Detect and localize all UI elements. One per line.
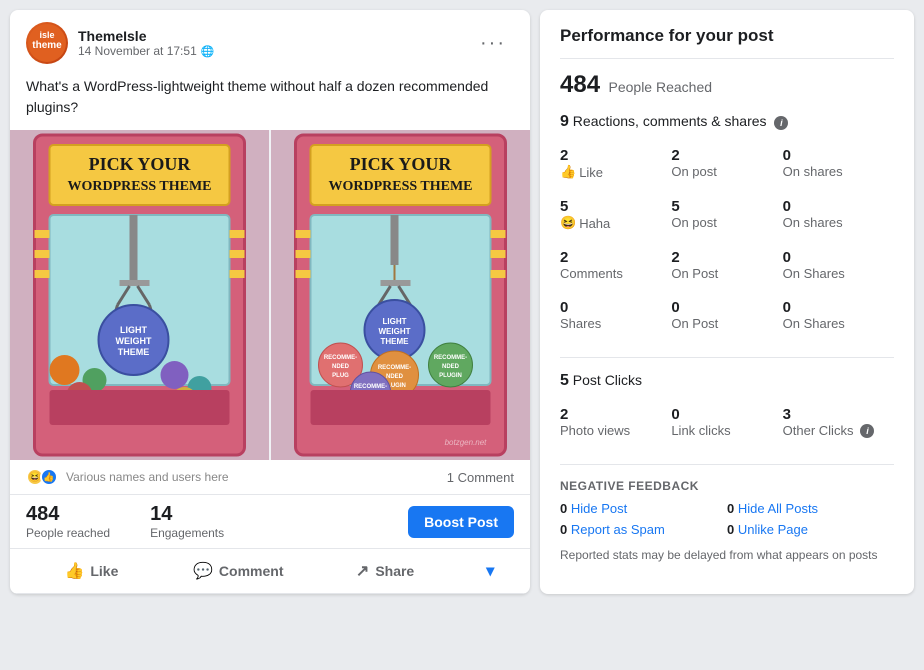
report-spam-item: 0 Report as Spam — [560, 522, 727, 537]
reactions-info-icon[interactable]: i — [774, 116, 788, 130]
post-reach-bar: 484 People reached 14 Engagements Boost … — [10, 495, 530, 549]
negative-grid: 0 Hide Post 0 Hide All Posts 0 Report as… — [560, 501, 894, 537]
haha-emoji: 😆 — [560, 215, 576, 231]
people-reached-stat: 484 People reached — [26, 503, 110, 540]
link-clicks-cell: 0 Link clicks — [671, 400, 782, 444]
svg-text:PLUGIN: PLUGIN — [439, 373, 462, 379]
like-emoji: 👍 — [560, 164, 576, 180]
post-meta: ThemeIsle 14 November at 17:51 🌐 — [78, 28, 214, 58]
svg-text:isle: isle — [39, 30, 54, 40]
boost-post-button[interactable]: Boost Post — [408, 506, 514, 538]
share-icon: ↗ — [356, 561, 369, 581]
comment-count-link[interactable]: 1 Comment — [447, 470, 514, 485]
like-icon: 👍 — [64, 561, 84, 581]
shares-total-cell: 0 Shares — [560, 293, 671, 337]
share-button[interactable]: ↗ Share — [312, 553, 459, 589]
reaction-summary: 😆 👍 Various names and users here — [26, 468, 229, 486]
svg-text:WEIGHT: WEIGHT — [116, 336, 152, 346]
svg-text:PICK YOUR: PICK YOUR — [350, 154, 453, 174]
haha-stats-row: 5 😆 Haha 5 On post 0 On shares — [560, 192, 894, 237]
unlike-page-link[interactable]: Unlike Page — [738, 522, 808, 537]
svg-text:WEIGHT: WEIGHT — [379, 327, 411, 336]
post-time: 14 November at 17:51 🌐 — [78, 44, 214, 58]
svg-text:RECOMME-: RECOMME- — [354, 384, 387, 390]
like-button[interactable]: 👍 Like — [18, 553, 165, 589]
like-on-post-cell: 2 On post — [671, 141, 782, 186]
comments-on-shares-cell: 0 On Shares — [783, 243, 894, 287]
dropdown-icon: ▾ — [486, 561, 494, 581]
post-author[interactable]: ThemeIsle — [78, 28, 214, 44]
hide-post-link[interactable]: Hide Post — [571, 501, 627, 516]
negative-feedback-section: NEGATIVE FEEDBACK 0 Hide Post 0 Hide All… — [560, 479, 894, 537]
hide-post-item: 0 Hide Post — [560, 501, 727, 516]
shares-on-shares-cell: 0 On Shares — [783, 293, 894, 337]
svg-text:RECOMME-: RECOMME- — [324, 355, 357, 361]
report-spam-link[interactable]: Report as Spam — [571, 522, 665, 537]
like-reaction-icon: 👍 — [40, 468, 58, 486]
svg-text:RECOMME-: RECOMME- — [378, 365, 411, 371]
performance-title: Performance for your post — [560, 26, 894, 59]
perf-people-reached: 484 People Reached — [560, 71, 894, 99]
post-clicks-section: 5 Post Clicks 2 Photo views 0 Link click… — [560, 372, 894, 465]
shares-on-post-cell: 0 On Post — [671, 293, 782, 337]
haha-on-shares-cell: 0 On shares — [783, 192, 894, 237]
comment-button[interactable]: 💬 Comment — [165, 553, 312, 589]
avatar[interactable]: theme isle — [26, 22, 68, 64]
post-actions: 👍 Like 💬 Comment ↗ Share ▾ — [10, 549, 530, 594]
svg-text:PICK YOUR: PICK YOUR — [89, 154, 192, 174]
like-total-cell: 2 👍 Like — [560, 141, 671, 186]
svg-text:botzgen.net: botzgen.net — [445, 438, 488, 447]
comment-icon: 💬 — [193, 561, 213, 581]
comments-stats-row: 2 Comments 2 On Post 0 On Shares — [560, 243, 894, 287]
svg-text:LIGHT: LIGHT — [120, 325, 147, 335]
reaction-names: Various names and users here — [66, 470, 229, 484]
globe-icon: 🌐 — [201, 45, 215, 58]
svg-text:PLUG: PLUG — [332, 373, 349, 379]
post-stats-bar: 😆 👍 Various names and users here 1 Comme… — [10, 460, 530, 495]
post-clicks-stats: 2 Photo views 0 Link clicks 3 Other Clic… — [560, 400, 894, 444]
like-stats-row: 2 👍 Like 2 On post 0 On shares — [560, 141, 894, 186]
haha-on-post-cell: 5 On post — [671, 192, 782, 237]
reactions-section: 9 Reactions, comments & shares i 2 👍 Lik… — [560, 113, 894, 358]
more-actions-button[interactable]: ▾ — [458, 553, 522, 589]
svg-text:WORDPRESS THEME: WORDPRESS THEME — [67, 179, 211, 194]
other-clicks-cell: 3 Other Clicks i — [783, 400, 894, 444]
svg-text:THEME: THEME — [118, 347, 150, 357]
hide-all-posts-item: 0 Hide All Posts — [727, 501, 894, 516]
negative-title: NEGATIVE FEEDBACK — [560, 479, 894, 493]
more-options-button[interactable]: ··· — [472, 28, 514, 59]
post-text: What's a WordPress-lightweight theme wit… — [10, 72, 530, 130]
svg-text:THEME: THEME — [381, 337, 410, 346]
post-card: theme isle ThemeIsle 14 November at 17:5… — [10, 10, 530, 594]
post-clicks-title: 5 Post Clicks — [560, 372, 894, 390]
svg-text:NDED: NDED — [442, 364, 460, 370]
svg-text:RECOMME-: RECOMME- — [434, 355, 467, 361]
comments-on-post-cell: 2 On Post — [671, 243, 782, 287]
post-image-left[interactable]: PICK YOUR WORDPRESS THEME LIGHT WEIGHT — [10, 130, 269, 460]
svg-text:NDED: NDED — [332, 364, 350, 370]
reaction-icons: 😆 👍 — [26, 468, 58, 486]
comments-total-cell: 2 Comments — [560, 243, 671, 287]
svg-text:theme: theme — [32, 40, 62, 51]
other-clicks-info-icon[interactable]: i — [860, 424, 874, 438]
like-on-shares-cell: 0 On shares — [783, 141, 894, 186]
svg-text:WORDPRESS THEME: WORDPRESS THEME — [328, 179, 472, 194]
unlike-page-item: 0 Unlike Page — [727, 522, 894, 537]
haha-total-cell: 5 😆 Haha — [560, 192, 671, 237]
reactions-title: 9 Reactions, comments & shares i — [560, 113, 894, 131]
performance-panel: Performance for your post 484 People Rea… — [540, 10, 914, 594]
svg-text:LIGHT: LIGHT — [383, 317, 407, 326]
hide-all-posts-link[interactable]: Hide All Posts — [738, 501, 818, 516]
post-images: PICK YOUR WORDPRESS THEME LIGHT WEIGHT — [10, 130, 530, 460]
shares-stats-row: 0 Shares 0 On Post 0 On Shares — [560, 293, 894, 337]
photo-views-cell: 2 Photo views — [560, 400, 671, 444]
svg-text:NDED: NDED — [386, 374, 404, 380]
stats-footnote: Reported stats may be delayed from what … — [560, 547, 894, 564]
post-header: theme isle ThemeIsle 14 November at 17:5… — [10, 10, 530, 72]
engagements-stat: 14 Engagements — [150, 503, 224, 540]
post-image-right[interactable]: PICK YOUR WORDPRESS THEME LIGHT — [271, 130, 530, 460]
